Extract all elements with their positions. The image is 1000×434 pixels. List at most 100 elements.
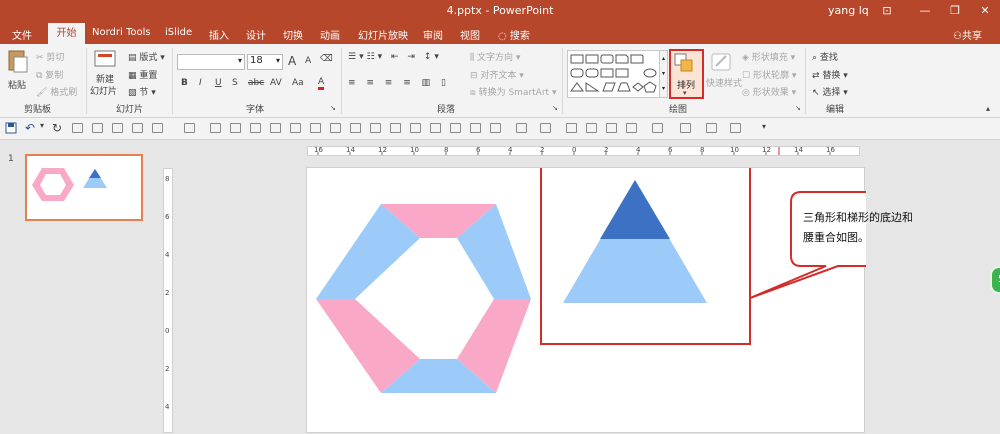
- toolbar-icon[interactable]: [430, 123, 441, 133]
- toolbar-icon[interactable]: [680, 123, 691, 133]
- toolbar-icon[interactable]: [350, 123, 361, 133]
- tab-islide[interactable]: iSlide: [165, 27, 192, 38]
- dialog-launcher-icon[interactable]: ↘: [552, 104, 558, 112]
- dialog-launcher-icon[interactable]: ↘: [330, 104, 336, 112]
- toolbar-icon[interactable]: [92, 123, 103, 133]
- toolbar-icon[interactable]: [652, 123, 663, 133]
- chevron-down-icon[interactable]: ▾: [238, 56, 242, 65]
- callout-text[interactable]: 三角形和梯形的底边和腰重合如图。: [803, 208, 913, 248]
- font-name-field[interactable]: ▾: [177, 54, 245, 70]
- tab-transitions[interactable]: 切换: [283, 27, 303, 42]
- slide-canvas[interactable]: [306, 167, 866, 433]
- tab-home[interactable]: 开始: [48, 23, 85, 44]
- change-case-button[interactable]: Aa: [292, 78, 304, 88]
- select-button[interactable]: ↖ 选择 ▾: [812, 85, 848, 98]
- char-spacing-button[interactable]: AV: [270, 78, 282, 88]
- toolbar-icon[interactable]: [210, 123, 221, 133]
- user-name[interactable]: yang lq: [828, 4, 869, 17]
- chevron-down-icon[interactable]: ▾: [40, 121, 44, 130]
- shrink-font-button[interactable]: A: [305, 56, 311, 66]
- toolbar-icon[interactable]: [112, 123, 123, 133]
- slide-thumbnail[interactable]: [25, 154, 143, 221]
- toolbar-icon[interactable]: [450, 123, 461, 133]
- section-button[interactable]: ▧ 节 ▾: [128, 85, 156, 98]
- toolbar-icon[interactable]: [132, 123, 143, 133]
- toolbar-icon[interactable]: [290, 123, 301, 133]
- shape-fill-button[interactable]: ◈ 形状填充 ▾: [742, 50, 795, 63]
- toolbar-icon[interactable]: [330, 123, 341, 133]
- tab-design[interactable]: 设计: [246, 27, 266, 42]
- grow-font-button[interactable]: A: [288, 54, 296, 68]
- toolbar-icon[interactable]: [270, 123, 281, 133]
- font-size-field[interactable]: 18 ▾: [247, 54, 283, 70]
- minimize-button[interactable]: —: [912, 2, 938, 20]
- shapes-gallery[interactable]: [567, 50, 667, 98]
- shape-outline-button[interactable]: ☐ 形状轮廓 ▾: [742, 68, 796, 81]
- align-text-button[interactable]: ⊟ 对齐文本 ▾: [470, 68, 524, 81]
- find-button[interactable]: ⌕ 查找: [812, 50, 838, 63]
- toolbar-icon[interactable]: [230, 123, 241, 133]
- toolbar-icon[interactable]: [540, 123, 551, 133]
- text-direction-button[interactable]: ⫼ 文字方向 ▾: [470, 50, 520, 63]
- tell-me-search[interactable]: ◌ 搜索: [498, 27, 530, 42]
- clear-format-icon[interactable]: ⌫: [320, 54, 333, 64]
- dialog-launcher-icon[interactable]: ↘: [795, 104, 801, 112]
- arrange-button[interactable]: 排列 ▾: [669, 49, 704, 99]
- toolbar-icon[interactable]: [566, 123, 577, 133]
- bold-button[interactable]: B: [181, 78, 188, 88]
- restore-button[interactable]: ❐: [942, 2, 968, 20]
- shape-effects-button[interactable]: ◎ 形状效果 ▾: [742, 85, 796, 98]
- collapse-ribbon-icon[interactable]: ▴: [986, 104, 990, 113]
- align-buttons[interactable]: ≡ ≡ ≡ ≡ ▥ ▯: [348, 78, 450, 88]
- toolbar-icon[interactable]: [626, 123, 637, 133]
- toolbar-icon[interactable]: [370, 123, 381, 133]
- quick-styles-button[interactable]: 快速样式: [706, 50, 742, 98]
- tab-slideshow[interactable]: 幻灯片放映: [358, 27, 408, 42]
- format-painter-button[interactable]: 🖌 格式刷: [36, 85, 77, 98]
- layout-button[interactable]: ▤ 版式 ▾: [128, 50, 165, 63]
- toolbar-icon[interactable]: [72, 123, 83, 133]
- toolbar-icon[interactable]: [184, 123, 195, 133]
- shadow-button[interactable]: S: [232, 78, 238, 88]
- reset-button[interactable]: ▦ 重置: [128, 68, 157, 81]
- copy-button[interactable]: ⧉ 复制: [36, 68, 63, 81]
- shapes-scroll[interactable]: ▴ ▾ ▾: [659, 50, 668, 98]
- new-slide-button[interactable]: 新建 幻灯片: [90, 48, 122, 98]
- toolbar-icon[interactable]: [470, 123, 481, 133]
- toolbar-icon[interactable]: [250, 123, 261, 133]
- replace-button[interactable]: ⇄ 替换 ▾: [812, 68, 848, 81]
- underline-button[interactable]: U: [215, 78, 222, 88]
- italic-button[interactable]: I: [199, 78, 202, 88]
- toolbar-icon[interactable]: [606, 123, 617, 133]
- tab-insert[interactable]: 插入: [209, 27, 229, 42]
- status-badge[interactable]: 5: [990, 266, 1000, 294]
- toolbar-icon[interactable]: [410, 123, 421, 133]
- toolbar-icon[interactable]: [516, 123, 527, 133]
- tab-view[interactable]: 视图: [460, 27, 480, 42]
- ribbon-display-options-icon[interactable]: ⊡: [874, 2, 900, 20]
- toolbar-icon[interactable]: [310, 123, 321, 133]
- toolbar-icon[interactable]: [390, 123, 401, 133]
- undo-icon[interactable]: ↶: [25, 121, 35, 135]
- tab-review[interactable]: 审阅: [423, 27, 443, 42]
- convert-smartart-button[interactable]: ⧈ 转换为 SmartArt ▾: [470, 85, 556, 98]
- tab-file[interactable]: 文件: [12, 27, 32, 42]
- paste-button[interactable]: 粘贴: [6, 48, 32, 92]
- toolbar-icon[interactable]: [586, 123, 597, 133]
- toolbar-icon[interactable]: [706, 123, 717, 133]
- redo-icon[interactable]: ↻: [52, 121, 62, 135]
- triangle-top-section[interactable]: [600, 180, 670, 239]
- cut-button[interactable]: ✂ 剪切: [36, 50, 64, 63]
- toolbar-icon[interactable]: [730, 123, 741, 133]
- toolbar-icon[interactable]: [490, 123, 501, 133]
- share-button[interactable]: ⚇共享: [953, 27, 982, 42]
- chevron-down-icon[interactable]: ▾: [276, 56, 280, 65]
- close-button[interactable]: ✕: [972, 2, 998, 20]
- toolbar-icon[interactable]: [152, 123, 163, 133]
- tab-nordri-tools[interactable]: Nordri Tools: [92, 27, 151, 38]
- customize-toolbar-icon[interactable]: ▾: [762, 122, 766, 131]
- save-icon[interactable]: [5, 122, 17, 134]
- font-color-button[interactable]: A: [318, 78, 325, 90]
- strikethrough-button[interactable]: abc: [248, 78, 264, 88]
- list-buttons[interactable]: ☰▾☷▾ ⇤ ⇥ ↕▾: [348, 52, 442, 62]
